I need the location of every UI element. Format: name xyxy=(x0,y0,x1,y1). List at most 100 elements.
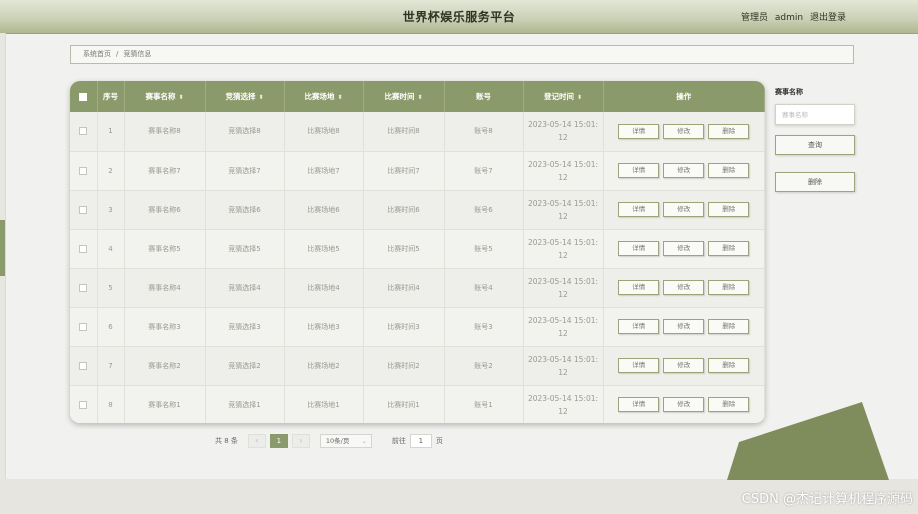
detail-button[interactable]: 详情 xyxy=(618,280,660,295)
delete-button[interactable]: 删除 xyxy=(708,123,750,139)
jump-label: 前往 xyxy=(391,436,406,445)
batch-delete-button[interactable]: 删除 xyxy=(775,172,855,192)
cell-account: 账号7 xyxy=(444,151,524,191)
column-header[interactable]: 比赛时间 ⬍ xyxy=(363,81,445,112)
sort-caret-icon[interactable]: ⬍ xyxy=(417,94,422,101)
edit-button[interactable]: 修改 xyxy=(663,163,705,178)
prev-page-button[interactable]: ‹ xyxy=(247,433,266,448)
row-select-cell xyxy=(70,307,98,347)
column-header[interactable]: 比赛场地 ⬍ xyxy=(284,81,364,112)
cell-actions: 详情 修改 删除 xyxy=(603,268,765,308)
detail-button[interactable]: 详情 xyxy=(618,241,660,256)
breadcrumb-home[interactable]: 系统首页 xyxy=(83,50,111,58)
row-checkbox[interactable] xyxy=(79,127,88,136)
page-number-current[interactable]: 1 xyxy=(269,433,288,448)
column-header: 序号 xyxy=(97,81,125,112)
sort-caret-icon[interactable]: ⬍ xyxy=(178,94,183,101)
detail-button[interactable]: 详情 xyxy=(618,202,660,217)
cell-index: 6 xyxy=(97,307,125,347)
cell-reg-time: 2023-05-14 15:01:12 xyxy=(523,112,604,152)
cell-index: 7 xyxy=(97,346,125,386)
jump-input[interactable]: 1 xyxy=(409,433,432,448)
table-row: 8 赛事名称1 竞猜选择1 比赛场地1 比赛时间1 账号1 2023-05-14 15:01… xyxy=(70,385,765,423)
column-header-label: 账号 xyxy=(476,92,491,101)
delete-button[interactable]: 删除 xyxy=(708,319,750,334)
cell-match-time: 比赛时间5 xyxy=(363,229,445,269)
delete-button[interactable]: 删除 xyxy=(708,241,750,256)
row-checkbox[interactable] xyxy=(79,322,88,331)
search-label: 赛事名称 xyxy=(775,88,803,96)
cell-match-time: 比赛时间3 xyxy=(363,307,445,347)
edit-button[interactable]: 修改 xyxy=(663,397,705,412)
row-checkbox[interactable] xyxy=(79,361,88,370)
cell-index: 5 xyxy=(97,268,125,308)
column-header-label: 比赛时间 xyxy=(384,92,415,101)
row-checkbox[interactable] xyxy=(79,283,88,292)
cell-match-time: 比赛时间1 xyxy=(363,385,445,423)
delete-button[interactable]: 删除 xyxy=(708,202,750,217)
cell-choice: 竞猜选择6 xyxy=(205,190,285,230)
cell-index: 1 xyxy=(97,112,125,152)
edit-button[interactable]: 修改 xyxy=(663,319,705,334)
table-row: 7 赛事名称2 竞猜选择2 比赛场地2 比赛时间2 账号2 2023-05-14 15:01… xyxy=(70,346,765,386)
search-input[interactable] xyxy=(775,104,855,125)
sort-caret-icon[interactable]: ⬍ xyxy=(258,94,263,101)
username: admin xyxy=(774,13,804,23)
cell-event: 赛事名称1 xyxy=(124,385,206,423)
user-area: 管理员 admin 退出登录 xyxy=(737,10,846,23)
row-select-cell xyxy=(70,385,98,423)
row-select-cell xyxy=(70,151,98,191)
column-header: 账号 xyxy=(444,81,524,112)
cell-choice: 竞猜选择2 xyxy=(205,346,285,386)
select-all-checkbox[interactable] xyxy=(79,93,88,101)
logout-link[interactable]: 退出登录 xyxy=(810,13,846,23)
edit-button[interactable]: 修改 xyxy=(663,358,705,373)
row-checkbox[interactable] xyxy=(79,244,88,253)
row-checkbox[interactable] xyxy=(79,205,88,214)
cell-venue: 比赛场地5 xyxy=(284,229,364,269)
cell-event: 赛事名称8 xyxy=(124,112,206,152)
select-all-header[interactable] xyxy=(70,81,98,112)
edit-button[interactable]: 修改 xyxy=(663,202,705,217)
row-select-cell xyxy=(70,346,98,386)
row-checkbox[interactable] xyxy=(79,400,88,409)
edit-button[interactable]: 修改 xyxy=(663,241,705,256)
table-body: 1 赛事名称8 竞猜选择8 比赛场地8 比赛时间8 账号8 2023-05-14 15:01… xyxy=(70,112,765,423)
detail-button[interactable]: 详情 xyxy=(618,397,660,412)
cell-account: 账号2 xyxy=(444,346,524,386)
cell-choice: 竞猜选择7 xyxy=(205,151,285,191)
column-header[interactable]: 登记时间 ⬍ xyxy=(523,81,604,112)
delete-button[interactable]: 删除 xyxy=(708,358,750,373)
query-button[interactable]: 查询 xyxy=(775,135,855,155)
cell-index: 2 xyxy=(97,151,125,191)
chevron-right-icon: › xyxy=(299,436,303,445)
table-row: 5 赛事名称4 竞猜选择4 比赛场地4 比赛时间4 账号4 2023-05-14 15:01… xyxy=(70,268,765,308)
cell-actions: 详情 修改 删除 xyxy=(603,151,765,191)
sort-caret-icon[interactable]: ⬍ xyxy=(337,94,342,101)
pagination-total: 共 8 条 xyxy=(215,436,238,445)
edit-button[interactable]: 修改 xyxy=(663,280,705,295)
edit-button[interactable]: 修改 xyxy=(663,123,705,139)
detail-button[interactable]: 详情 xyxy=(618,358,660,373)
cell-account: 账号8 xyxy=(444,112,524,152)
cell-reg-time: 2023-05-14 15:01:12 xyxy=(523,307,604,347)
column-header[interactable]: 赛事名称 ⬍ xyxy=(124,81,206,112)
row-checkbox[interactable] xyxy=(79,166,88,175)
column-header[interactable]: 竞猜选择 ⬍ xyxy=(205,81,285,112)
page-size-select[interactable]: 10条/页 ⌄ xyxy=(319,433,372,448)
detail-button[interactable]: 详情 xyxy=(618,123,660,139)
sort-caret-icon[interactable]: ⬍ xyxy=(577,94,582,101)
breadcrumb: 系统首页 / 竞猜信息 xyxy=(70,45,854,64)
cell-choice: 竞猜选择4 xyxy=(205,268,285,308)
column-header-label: 登记时间 xyxy=(543,92,574,101)
pagination: 共 8 条 ‹ 1 › 10条/页 ⌄ 前往 1 页 xyxy=(215,433,443,448)
breadcrumb-separator: / xyxy=(116,50,119,58)
sidebar-toggle[interactable] xyxy=(0,220,5,276)
detail-button[interactable]: 详情 xyxy=(618,163,660,178)
table-row: 4 赛事名称5 竞猜选择5 比赛场地5 比赛时间5 账号5 2023-05-14 15:01… xyxy=(70,229,765,269)
cell-account: 账号4 xyxy=(444,268,524,308)
delete-button[interactable]: 删除 xyxy=(708,280,750,295)
delete-button[interactable]: 删除 xyxy=(708,163,750,178)
detail-button[interactable]: 详情 xyxy=(618,319,660,334)
next-page-button[interactable]: › xyxy=(291,433,310,448)
